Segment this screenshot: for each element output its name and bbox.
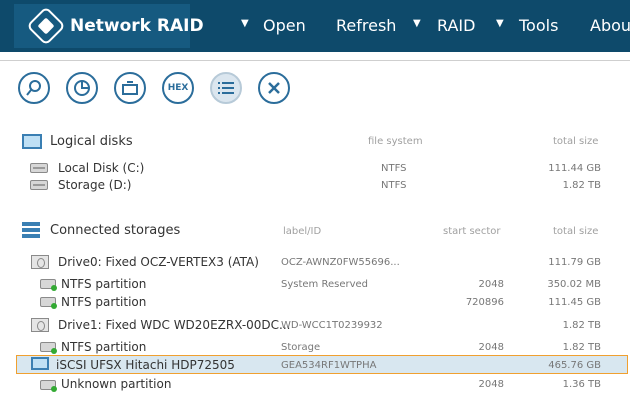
disk-image-button[interactable] [114,72,146,104]
drive-icon [31,255,49,269]
storage-start-sector: 2048 [478,342,504,353]
menu-about[interactable]: About [590,16,630,35]
col-total-size: total size [553,136,599,147]
disk-image-icon [122,81,138,95]
connected-storages-title: Connected storages [50,223,181,238]
hex-label: HEX [167,83,189,93]
logical-disk-fs: NTFS [381,163,407,174]
storage-name[interactable]: Drive1: Fixed WDC WD20EZRX-00DC... [58,318,291,332]
hdd-icon [30,163,48,173]
col-label-id: label/ID [283,226,322,237]
storage-name[interactable]: NTFS partition [61,277,146,291]
caret-down-icon: ▼ [413,18,421,29]
logical-disks-title: Logical disks [50,134,133,149]
iscsi-monitor-icon [31,357,49,370]
storage-label: GEA534RF1WTPHA [281,360,377,371]
storage-label: System Reserved [281,279,369,290]
storage-label: WD-WCC1T0239932 [281,320,383,331]
hex-button[interactable]: HEX [162,72,194,104]
menu-raid[interactable]: RAID [437,16,475,35]
close-button[interactable] [258,72,290,104]
partition-icon [40,380,57,392]
storage-size: 111.45 GB [548,297,601,308]
list-icon [218,82,234,94]
storage-size: 1.82 TB [562,342,601,353]
app-logo: Network RAID [14,4,204,48]
menu-refresh[interactable]: Refresh [336,16,396,35]
toolbar-divider [0,60,630,61]
pie-chart-icon [74,80,90,96]
storage-start-sector: 720896 [465,297,504,308]
storage-name[interactable]: Unknown partition [61,377,171,391]
storage-size: 111.79 GB [548,257,601,268]
col-start-sector: start sector [443,226,501,237]
col-file-system: file system [368,136,423,147]
storage-name[interactable]: Drive0: Fixed OCZ-VERTEX3 (ATA) [58,255,259,269]
storage-size: 1.36 TB [562,379,601,390]
caret-down-icon: ▼ [496,18,504,29]
logo-icon [26,6,66,46]
storage-label: OCZ-AWNZ0FW55696... [281,257,400,268]
scan-button[interactable] [66,72,98,104]
logical-disk-size: 1.82 TB [562,180,601,191]
caret-down-icon: ▼ [241,18,249,29]
storage-size: 1.82 TB [562,320,601,331]
partition-icon [40,297,57,309]
hdd-icon [30,180,48,190]
storage-label: Storage [281,342,321,353]
monitor-icon [22,134,42,149]
drive-icon [31,318,49,332]
list-view-button[interactable] [210,72,242,104]
search-button[interactable] [18,72,50,104]
close-icon [268,82,280,94]
storage-size: 465.76 GB [548,360,601,371]
logical-disk-fs: NTFS [381,180,407,191]
partition-icon [40,279,57,291]
storage-name[interactable]: NTFS partition [61,340,146,354]
storage-name[interactable]: iSCSI UFSX Hitachi HDP72505 [56,358,235,372]
magnifier-icon [26,80,41,96]
storage-name[interactable]: NTFS partition [61,295,146,309]
logical-disk-size: 111.44 GB [548,163,601,174]
app-title: Network RAID [70,16,204,36]
menu-open[interactable]: Open [263,16,306,35]
menu-tools[interactable]: Tools [519,16,558,35]
storages-icon [22,222,40,238]
storage-size: 350.02 MB [547,279,601,290]
partition-icon [40,342,57,354]
col-total-size: total size [553,226,599,237]
storage-start-sector: 2048 [478,279,504,290]
logical-disk-name[interactable]: Local Disk (C:) [58,161,144,175]
storage-start-sector: 2048 [478,379,504,390]
top-menu-bar: Network RAID ▼ Open Refresh ▼ RAID ▼ Too… [0,0,630,52]
logical-disk-name[interactable]: Storage (D:) [58,178,131,192]
